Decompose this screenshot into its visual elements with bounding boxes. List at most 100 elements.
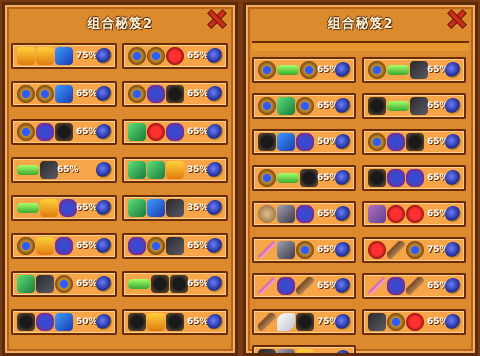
combo-card[interactable]: 65% xyxy=(362,201,466,227)
bug-icon xyxy=(368,169,386,187)
result-orb-icon xyxy=(207,200,223,216)
amulet-icon xyxy=(128,85,146,103)
result-orb-icon xyxy=(207,238,223,254)
combo-card[interactable]: 75% xyxy=(11,43,117,69)
bug-icon xyxy=(368,97,386,115)
result-orb-icon xyxy=(207,124,223,140)
combo-icons xyxy=(128,123,184,141)
bug-icon xyxy=(151,275,169,293)
success-rate: 35% xyxy=(187,203,209,213)
amulet-icon xyxy=(258,61,276,79)
success-rate: 75% xyxy=(76,51,98,61)
amulet-icon xyxy=(368,61,386,79)
header-divider xyxy=(252,41,469,51)
combo-card[interactable]: 65% xyxy=(11,271,117,297)
combo-icons xyxy=(128,237,184,255)
combo-card[interactable]: 65% xyxy=(362,273,466,299)
red-icon xyxy=(406,205,424,223)
combo-card[interactable]: 75% xyxy=(362,237,466,263)
combo-card[interactable]: 65% xyxy=(122,233,228,259)
scarab-icon xyxy=(277,277,295,295)
combo-card[interactable]: 65% xyxy=(252,57,356,83)
combo-card[interactable]: 50% xyxy=(252,129,356,155)
combo-card[interactable]: 65% xyxy=(252,273,356,299)
combo-card[interactable]: 65% xyxy=(252,165,356,191)
combo-card[interactable]: 65% xyxy=(122,119,228,145)
hero-icon xyxy=(40,199,58,217)
scarab-icon xyxy=(36,123,54,141)
combo-card[interactable]: 65% xyxy=(122,81,228,107)
crystal-icon xyxy=(277,241,295,259)
combo-card[interactable]: 50% xyxy=(11,309,117,335)
combo-icons xyxy=(128,161,184,179)
amulet-icon xyxy=(17,123,35,141)
combo-icons xyxy=(368,169,424,187)
result-orb-icon xyxy=(96,48,112,64)
bar-icon xyxy=(128,279,150,289)
result-orb-icon xyxy=(207,48,223,64)
combo-card[interactable]: 65% xyxy=(252,345,356,353)
combo-icons xyxy=(17,313,73,331)
combo-icons xyxy=(368,61,428,79)
sword-icon xyxy=(258,241,276,259)
combo-card[interactable]: 65% xyxy=(11,195,117,221)
shield-icon xyxy=(368,205,386,223)
combo-card[interactable]: 65% xyxy=(252,201,356,227)
gem-icon xyxy=(55,313,73,331)
result-orb-icon xyxy=(445,314,461,330)
combo-card[interactable]: 65% xyxy=(11,233,117,259)
success-rate: 65% xyxy=(187,279,209,289)
seed-icon xyxy=(258,205,276,223)
hero-icon xyxy=(17,47,35,65)
sword-icon xyxy=(258,277,276,295)
close-icon[interactable] xyxy=(207,9,227,29)
result-orb-icon xyxy=(96,86,112,102)
hero-icon xyxy=(36,47,54,65)
combo-card[interactable]: 65% xyxy=(11,119,117,145)
combo-card[interactable]: 65% xyxy=(362,165,466,191)
stone-icon xyxy=(368,313,386,331)
bug-icon xyxy=(17,313,35,331)
combo-card[interactable]: 65% xyxy=(122,309,228,335)
combo-card[interactable]: 35% xyxy=(122,195,228,221)
result-orb-icon xyxy=(96,276,112,292)
hero-icon xyxy=(296,349,314,353)
combo-card[interactable]: 65% xyxy=(122,271,228,297)
bug-icon xyxy=(296,313,314,331)
scarab-icon xyxy=(55,237,73,255)
combo-card[interactable]: 65% xyxy=(362,57,466,83)
bow-icon xyxy=(258,313,276,331)
close-icon[interactable] xyxy=(447,9,467,29)
bar-icon xyxy=(277,173,299,183)
combo-icons xyxy=(368,241,424,259)
combo-icons xyxy=(17,199,77,217)
success-rate: 35% xyxy=(187,165,209,175)
crystal-icon xyxy=(277,349,295,353)
combo-icons xyxy=(368,205,424,223)
combo-card[interactable]: 65% xyxy=(11,157,117,183)
gem-icon xyxy=(55,85,73,103)
combo-card[interactable]: 65% xyxy=(252,93,356,119)
combo-card[interactable]: 65% xyxy=(252,237,356,263)
success-rate: 65% xyxy=(76,89,98,99)
combo-icons xyxy=(258,97,314,115)
combo-card[interactable]: 65% xyxy=(11,81,117,107)
emerald-icon xyxy=(277,97,295,115)
result-orb-icon xyxy=(445,62,461,78)
panel-title: 组合秘笈2 xyxy=(86,17,154,32)
amulet-icon xyxy=(147,237,165,255)
combo-card[interactable]: 65% xyxy=(122,43,228,69)
combo-icons xyxy=(368,97,428,115)
combo-card[interactable]: 65% xyxy=(362,93,466,119)
scarab-icon xyxy=(296,205,314,223)
combo-card[interactable]: 65% xyxy=(362,129,466,155)
combo-icons xyxy=(258,205,314,223)
bug-icon xyxy=(166,85,184,103)
combo-card[interactable]: 35% xyxy=(122,157,228,183)
amulet-icon xyxy=(36,85,54,103)
combo-card[interactable]: 75% xyxy=(252,309,356,335)
feather-icon xyxy=(277,313,295,331)
combo-card[interactable]: 65% xyxy=(362,309,466,335)
bar-icon xyxy=(387,65,409,75)
result-orb-icon xyxy=(96,314,112,330)
